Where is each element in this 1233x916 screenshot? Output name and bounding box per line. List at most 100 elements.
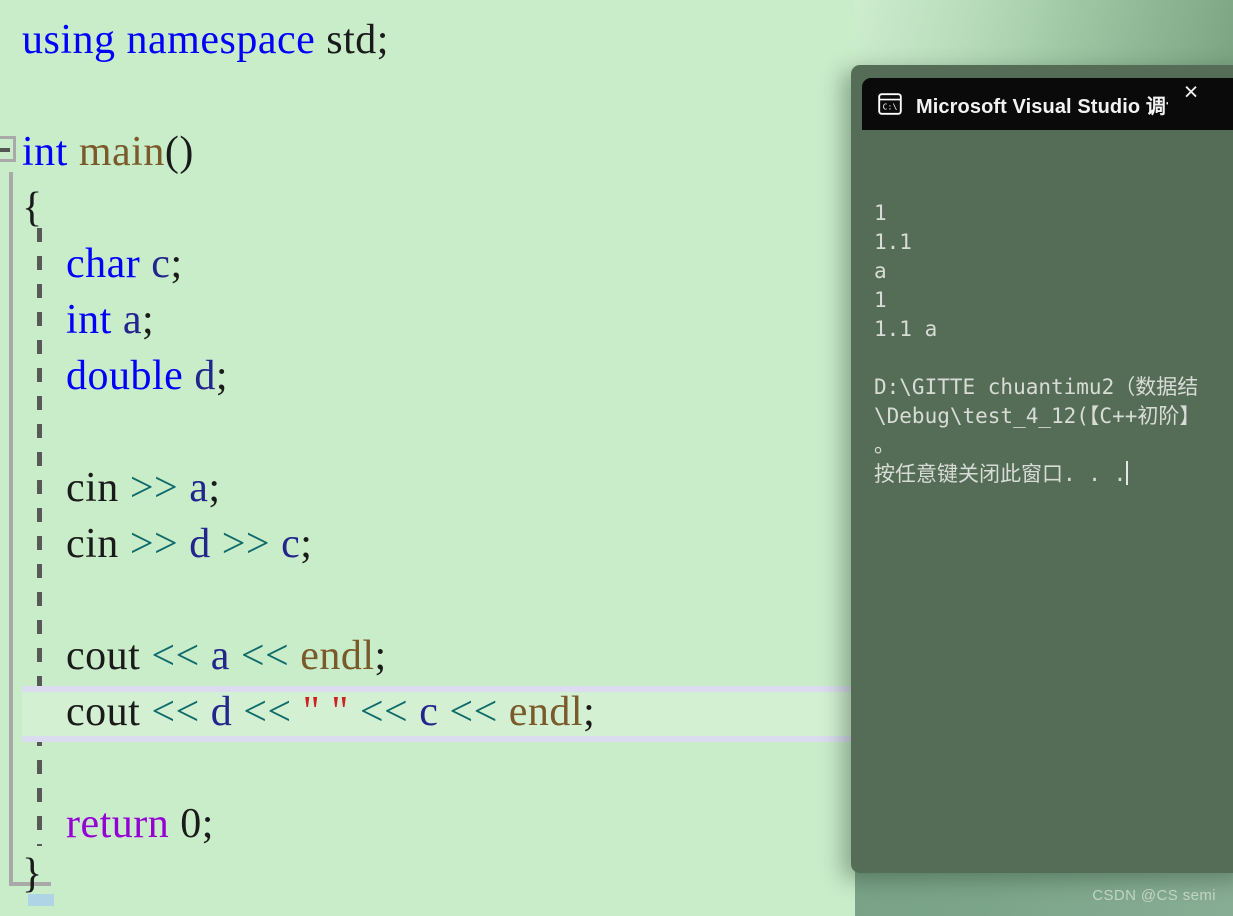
code-token: main <box>78 129 165 175</box>
code-token: << <box>240 633 290 679</box>
code-token: a <box>210 633 230 679</box>
code-token: d <box>194 353 216 399</box>
console-output-row: \Debug\test_4_12(【C++初阶】 <box>874 404 1201 428</box>
code-line[interactable]: cin >> d >> c; <box>0 516 312 572</box>
code-line[interactable]: return 0; <box>0 796 214 852</box>
console-output-row: D:\GITTE chuantimu2（数据结 <box>874 375 1199 399</box>
code-token: int <box>66 297 112 343</box>
code-line[interactable]: cout << d << " " << c << endl; <box>0 684 595 740</box>
console-output-row: 1.1 <box>874 230 912 254</box>
console-output-row: 1.1 a <box>874 317 938 341</box>
code-token: c <box>151 241 171 287</box>
code-token: 0 <box>180 801 202 847</box>
console-title-text: Microsoft Visual Studio 调试控 <box>916 95 1168 118</box>
console-output-row: 按任意键关闭此窗口. . . <box>874 461 1129 486</box>
code-token: << <box>243 689 292 735</box>
code-token: ; <box>583 689 596 735</box>
code-token: >> <box>221 521 271 567</box>
console-app-icon: C:\ <box>878 93 902 115</box>
console-rows-container: 1 1.1 a 1 1.1 a D:\GITTE chuantimu2（数据结 \Debug… <box>874 199 1233 489</box>
code-line[interactable]: int main() <box>0 124 194 180</box>
code-token: >> <box>129 521 179 567</box>
code-token: cin <box>22 465 130 511</box>
code-token: char <box>66 241 141 287</box>
code-token: using <box>22 17 116 63</box>
code-token: endl <box>508 689 584 735</box>
code-token: () <box>164 129 194 175</box>
code-token: >> <box>129 465 179 511</box>
code-token: d <box>210 689 233 735</box>
code-token: a <box>189 465 209 511</box>
close-icon[interactable]: × <box>1177 78 1205 106</box>
code-token: } <box>22 851 43 897</box>
code-token: endl <box>300 633 375 679</box>
console-output-area[interactable]: 1 1.1 a 1 1.1 a D:\GITTE chuantimu2（数据结 \Debug… <box>862 130 1233 873</box>
code-token: << <box>151 633 200 679</box>
code-token: std; <box>315 17 389 63</box>
code-line[interactable]: int a; <box>0 292 154 348</box>
console-output-row: 1 <box>874 201 887 225</box>
code-line[interactable]: double d; <box>0 348 228 404</box>
screenshot-root: using namespace std; int main(){ char c; … <box>0 0 1233 916</box>
code-token: int <box>22 129 68 175</box>
code-token: ; <box>300 521 313 567</box>
code-token: c <box>419 689 439 735</box>
code-editor-pane[interactable]: using namespace std; int main(){ char c; … <box>0 0 855 916</box>
code-token: namespace <box>126 17 316 63</box>
code-token: return <box>66 801 170 847</box>
code-token: c <box>281 521 301 567</box>
code-line[interactable]: cout << a << endl; <box>0 628 387 684</box>
code-token: { <box>22 185 43 231</box>
code-token: a <box>122 297 142 343</box>
code-line[interactable]: using namespace std; <box>0 12 389 68</box>
svg-text:C:\: C:\ <box>883 101 898 111</box>
code-line[interactable]: char c; <box>0 236 183 292</box>
console-output-row: 。 <box>874 433 895 457</box>
code-line[interactable]: { <box>0 180 43 236</box>
code-token: << <box>449 689 498 735</box>
code-line[interactable]: cin >> a; <box>0 460 221 516</box>
code-token: cout <box>22 689 152 735</box>
watermark-text: CSDN @CS semi <box>1092 887 1216 904</box>
code-token: << <box>359 689 409 735</box>
console-output-row: a <box>874 259 887 283</box>
code-token: ; <box>142 297 155 343</box>
code-token: cout <box>22 633 152 679</box>
console-window[interactable]: C:\ Microsoft Visual Studio 调试控 × 11.1a1… <box>851 65 1233 873</box>
code-token: ; <box>208 465 221 511</box>
code-token: " " <box>302 689 349 735</box>
code-token: ; <box>215 353 228 399</box>
code-token: cin <box>22 521 130 567</box>
console-blank-row <box>874 344 1233 373</box>
code-token: double <box>66 353 184 399</box>
code-token: ; <box>201 801 214 847</box>
console-caret <box>1126 461 1129 485</box>
console-output-row: 1 <box>874 288 887 312</box>
code-token: << <box>151 689 200 735</box>
code-token: ; <box>170 241 183 287</box>
text-selection-chip <box>28 894 54 906</box>
code-editor-surface[interactable]: using namespace std; int main(){ char c; … <box>0 0 855 916</box>
